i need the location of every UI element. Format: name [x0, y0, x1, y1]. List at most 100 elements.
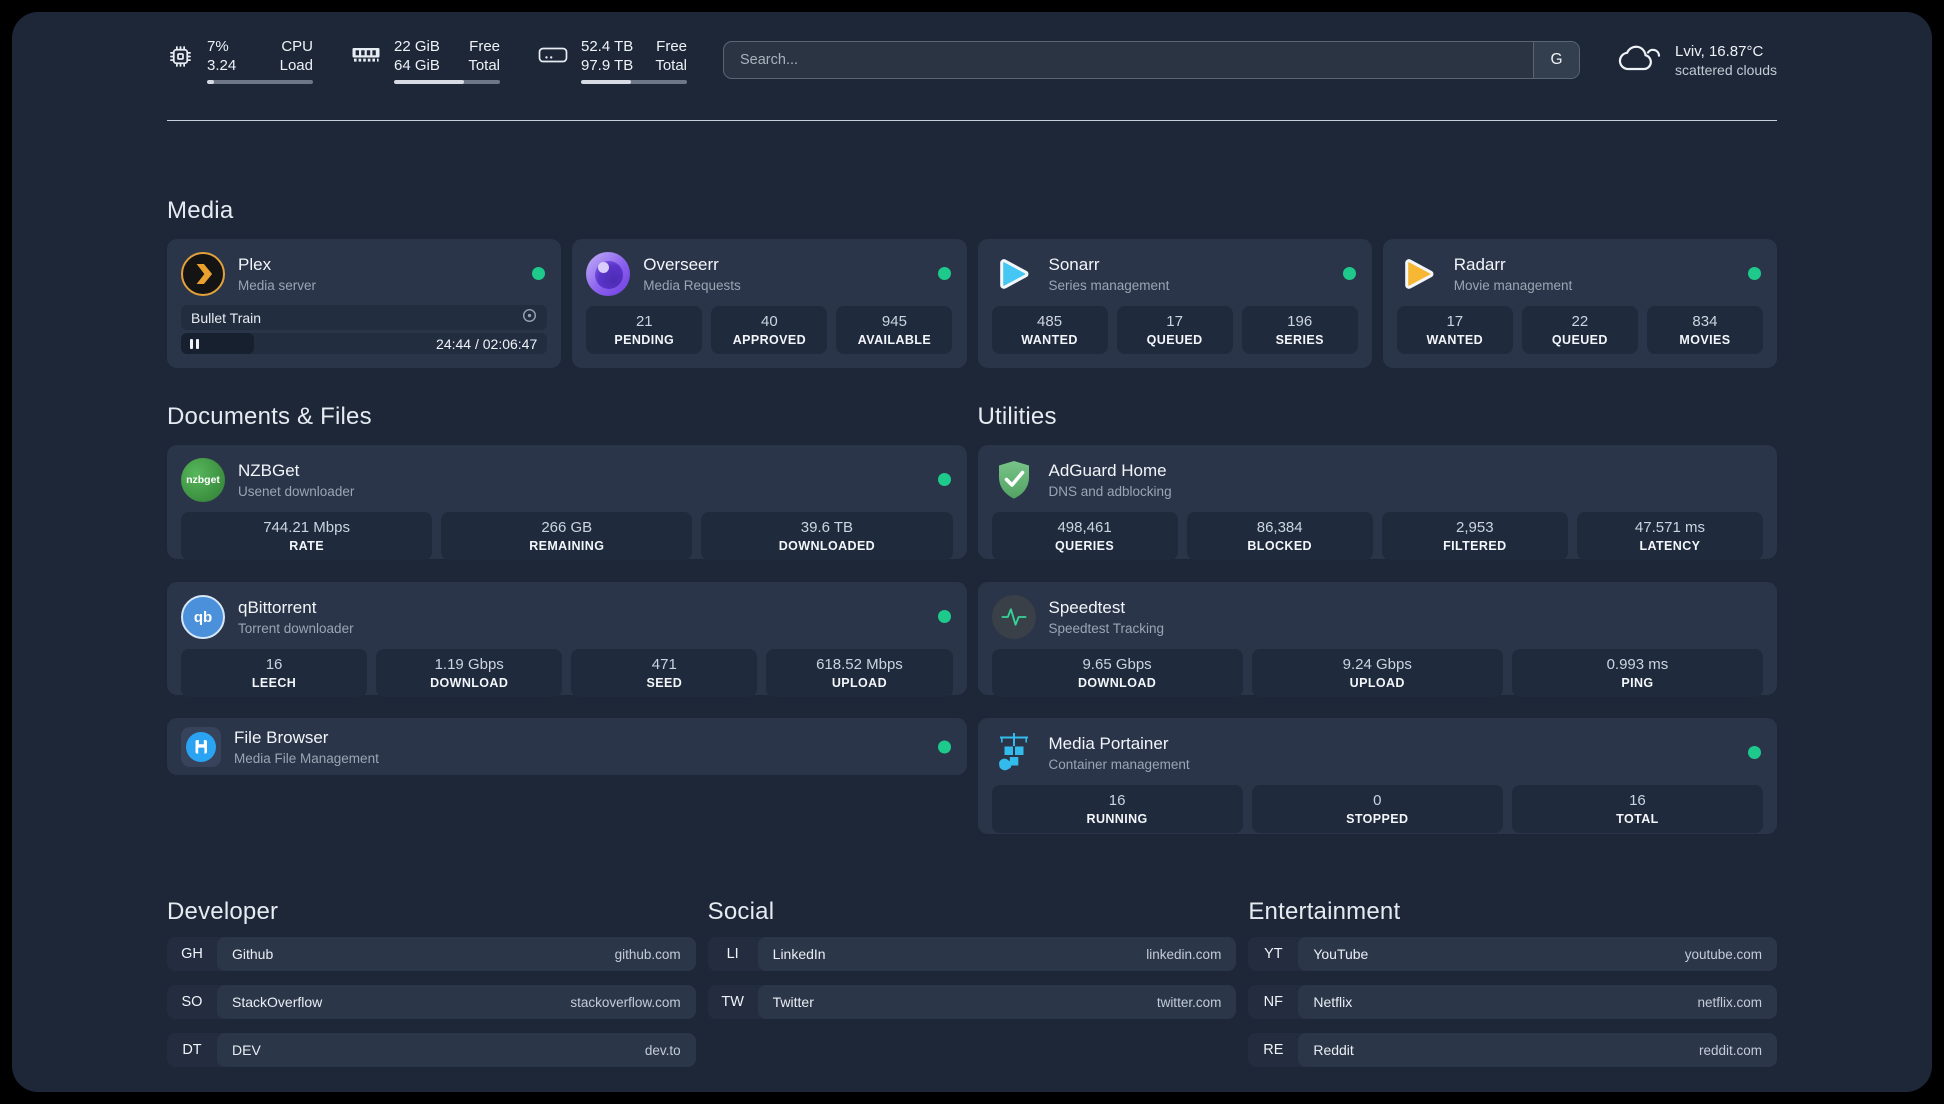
link-url: youtube.com — [1684, 946, 1762, 962]
adguard-icon — [992, 458, 1036, 502]
filebrowser-icon — [181, 726, 221, 767]
app-card-filebrowser[interactable]: File Browser Media File Management — [167, 718, 967, 775]
ram-free: 22 GiB — [394, 37, 440, 55]
stat-remaining: 266 GB REMAINING — [441, 512, 693, 560]
stat-total: 16 TOTAL — [1511, 785, 1764, 833]
stat-filtered: 2,953 FILTERED — [1381, 512, 1568, 560]
section-title-social: Social — [707, 898, 775, 925]
disk-free: 52.4 TB — [581, 37, 634, 55]
playback-time: 24:44 / 02:06:47 — [436, 335, 538, 352]
stat-series: 196 SERIES — [1241, 306, 1358, 354]
link-name: StackOverflow — [232, 994, 323, 1010]
pause-icon — [190, 338, 193, 349]
app-card-portainer[interactable]: Media Portainer Container management 16 R… — [977, 718, 1777, 834]
app-card-sonarr[interactable]: Sonarr Series management 485 WANTED 17 QUE… — [977, 239, 1372, 368]
stat-movies: 834 MOVIES — [1646, 306, 1763, 354]
stat-wanted: 17 WANTED — [1396, 306, 1513, 354]
disk-label-1: Free — [656, 37, 687, 55]
link-dev-to[interactable]: DT DEV dev.to — [167, 1033, 696, 1067]
now-playing-title: Bullet Train — [191, 309, 262, 326]
stat-download: 9.65 Gbps DOWNLOAD — [991, 649, 1243, 697]
section-media: Media Plex Media server Bullet Train 24:… — [167, 196, 1777, 368]
ram-total: 64 GiB — [394, 56, 440, 74]
app-subtitle: Speedtest Tracking — [1048, 621, 1165, 636]
app-card-radarr[interactable]: Radarr Movie management 17 WANTED 22 QUEUE… — [1382, 239, 1777, 368]
app-title: Radarr — [1453, 255, 1506, 274]
stat-queued: 22 QUEUED — [1521, 306, 1638, 354]
app-title: Sonarr — [1048, 255, 1100, 274]
disk-label-2: Total — [655, 56, 687, 74]
link-abbr: TW — [721, 994, 744, 1010]
link-netflix[interactable]: NF Netflix netflix.com — [1248, 985, 1777, 1019]
sonarr-icon — [992, 252, 1036, 296]
app-card-plex[interactable]: Plex Media server Bullet Train 24:44 / 0… — [167, 239, 562, 368]
app-card-qbittorrent[interactable]: qb qBittorrent Torrent downloader 16 LEEC… — [167, 582, 967, 697]
stat-wanted: 485 WANTED — [991, 306, 1108, 354]
link-url: linkedin.com — [1146, 946, 1222, 962]
link-url: netflix.com — [1697, 994, 1762, 1010]
weather-condition: scattered clouds — [1675, 61, 1777, 78]
section-utilities: Utilities AdGuard Home DNS and adblockin… — [977, 402, 1777, 834]
app-card-overseerr[interactable]: Overseerr Media Requests 21 PENDING 40 APP… — [572, 239, 967, 368]
overseerr-icon — [586, 252, 631, 296]
radarr-icon — [1397, 252, 1441, 296]
status-dot-online — [1748, 746, 1761, 759]
app-subtitle: Series management — [1048, 278, 1170, 293]
disc-icon — [522, 308, 537, 328]
disk-progress-bar — [581, 79, 687, 84]
system-stats: 7% CPU 3.24 Load 22 GiB Free 64 GiB Tota… — [167, 37, 687, 84]
stat-pending: 21 PENDING — [586, 306, 703, 354]
link-url: stackoverflow.com — [570, 994, 681, 1010]
link-github[interactable]: GH Github github.com — [167, 937, 696, 971]
stat-queued: 17 QUEUED — [1116, 306, 1233, 354]
app-subtitle: Media Requests — [643, 278, 741, 293]
search-bar: G — [723, 41, 1581, 79]
link-name: Reddit — [1313, 1042, 1354, 1058]
app-subtitle: Media server — [238, 278, 317, 293]
section-title-entertainment: Entertainment — [1248, 898, 1401, 925]
playback-progress: 24:44 / 02:06:47 — [181, 333, 548, 354]
status-dot-online — [1748, 267, 1761, 280]
link-twitter[interactable]: TW Twitter twitter.com — [707, 985, 1237, 1019]
link-stackoverflow[interactable]: SO StackOverflow stackoverflow.com — [167, 985, 696, 1019]
cpu-icon — [167, 37, 194, 75]
disk-stat: 52.4 TB Free 97.9 TB Total — [538, 37, 687, 84]
weather-widget[interactable]: Lviv, 16.87°C scattered clouds — [1618, 41, 1777, 80]
link-name: Github — [232, 946, 274, 962]
status-dot-online — [937, 740, 951, 753]
app-title: Media Portainer — [1048, 734, 1169, 753]
link-reddit[interactable]: RE Reddit reddit.com — [1248, 1033, 1777, 1067]
stat-upload: 618.52 Mbps UPLOAD — [766, 649, 953, 697]
app-subtitle: Torrent downloader — [238, 621, 354, 636]
app-title: Overseerr — [643, 255, 719, 274]
section-title-utilities: Utilities — [977, 403, 1057, 430]
ram-stat: 22 GiB Free 64 GiB Total — [351, 37, 500, 84]
app-card-nzbget[interactable]: nzbget NZBGet Usenet downloader 744.21 M… — [167, 445, 967, 560]
stat-rate: 744.21 Mbps RATE — [181, 512, 433, 560]
search-input[interactable] — [724, 42, 1534, 78]
link-linkedin[interactable]: LI LinkedIn linkedin.com — [707, 937, 1237, 971]
disk-icon — [538, 37, 568, 72]
app-card-adguard[interactable]: AdGuard Home DNS and adblocking 498,461 Q… — [977, 445, 1777, 560]
app-subtitle: DNS and adblocking — [1048, 484, 1172, 499]
cpu-stat: 7% CPU 3.24 Load — [167, 37, 313, 84]
stat-leech: 16 LEECH — [181, 649, 368, 697]
section-title-documents: Documents & Files — [167, 403, 372, 430]
dashboard-surface: 7% CPU 3.24 Load 22 GiB Free 64 GiB Tota… — [12, 12, 1932, 1092]
top-bar: 7% CPU 3.24 Load 22 GiB Free 64 GiB Tota… — [167, 37, 1777, 84]
link-abbr: LI — [726, 946, 739, 962]
link-abbr: GH — [181, 946, 203, 962]
stat-download: 1.19 Gbps DOWNLOAD — [376, 649, 563, 697]
app-card-speedtest[interactable]: Speedtest Speedtest Tracking 9.65 Gbps DO… — [977, 582, 1777, 697]
stat-available: 945 AVAILABLE — [836, 306, 953, 354]
search-engine-button[interactable]: G — [1533, 42, 1580, 78]
ram-progress-fill — [394, 79, 464, 84]
stat-upload: 9.24 Gbps UPLOAD — [1251, 649, 1503, 697]
app-title: AdGuard Home — [1048, 461, 1167, 480]
stat-stopped: 0 STOPPED — [1251, 785, 1503, 833]
status-dot-online — [937, 473, 951, 486]
portainer-icon — [992, 731, 1036, 775]
stat-approved: 40 APPROVED — [711, 306, 828, 354]
link-youtube[interactable]: YT YouTube youtube.com — [1248, 937, 1777, 971]
link-abbr: DT — [182, 1042, 202, 1058]
